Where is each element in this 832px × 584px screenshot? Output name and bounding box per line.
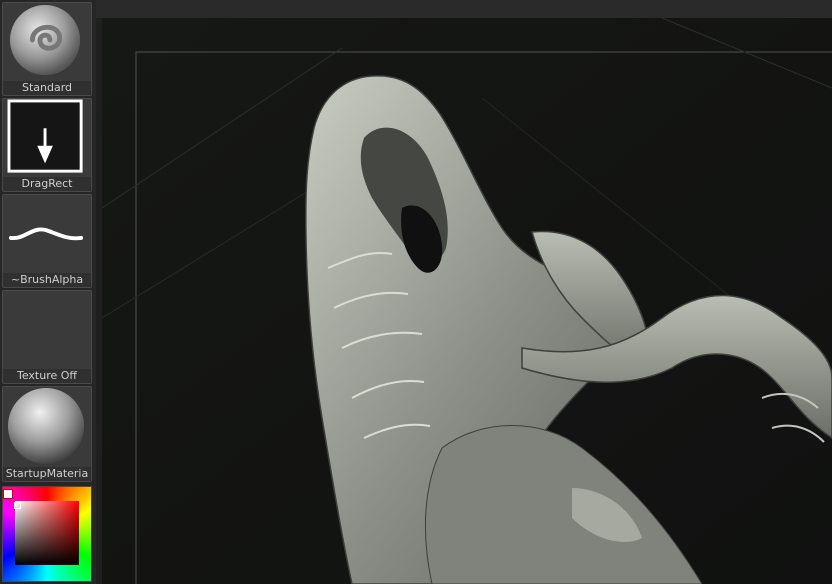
texture-label: Texture Off (3, 369, 91, 383)
current-color-swatch[interactable] (3, 489, 13, 499)
color-marker[interactable] (14, 502, 21, 509)
document-canvas[interactable] (96, 18, 832, 584)
stroke-button[interactable]: DragRect (2, 98, 92, 192)
drag-rect-arrow-icon (3, 99, 91, 177)
texture-empty-slot (3, 291, 91, 369)
material-label: StartupMateria (3, 467, 91, 481)
top-shelf-bar (96, 0, 832, 19)
texture-button[interactable]: Texture Off (2, 290, 92, 384)
color-picker[interactable] (2, 486, 92, 582)
alpha-button[interactable]: ~BrushAlpha (2, 194, 92, 288)
left-shelf: Standard DragRect ~BrushAlpha Texture Of… (0, 0, 96, 584)
brush-alpha-stroke-icon (3, 195, 91, 273)
standard-brush-icon (3, 3, 91, 81)
brush-label: Standard (3, 81, 91, 95)
alpha-label: ~BrushAlpha (3, 273, 91, 287)
material-sphere-icon (3, 387, 91, 467)
brush-button[interactable]: Standard (2, 2, 92, 96)
material-button[interactable]: StartupMateria (2, 386, 92, 482)
saturation-value-square[interactable] (15, 501, 79, 565)
stroke-label: DragRect (3, 177, 91, 191)
sculpted-creature-model (102, 18, 832, 584)
